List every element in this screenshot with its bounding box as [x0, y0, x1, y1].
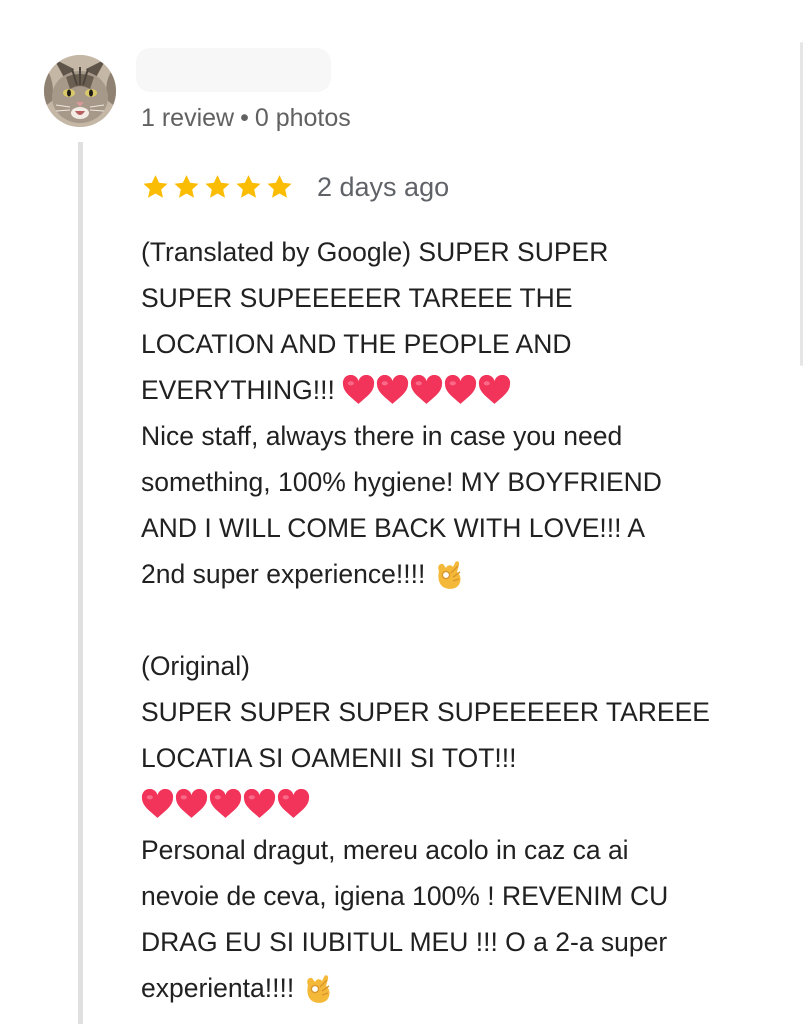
reviewer-stats: 1 review • 0 photos	[141, 104, 351, 133]
red-heart-icon	[209, 789, 242, 818]
red-heart-icon	[445, 375, 477, 404]
review-line-with-emoji	[141, 781, 781, 827]
photo-count: 0 photos	[254, 104, 351, 132]
ok-hand-icon	[433, 559, 465, 589]
red-heart-icon	[141, 789, 174, 818]
star-icon	[174, 175, 199, 198]
star-icon	[205, 175, 230, 198]
red-heart-icon	[175, 789, 208, 818]
review-count: 1 review	[141, 104, 235, 132]
review-line-with-emoji: experienta!!!!	[141, 965, 781, 1011]
reviewer-avatar[interactable]	[44, 55, 116, 127]
review-line: DRAG EU SI IUBITUL MEU !!! O a 2-a super	[141, 927, 668, 957]
red-heart-icon	[411, 375, 443, 404]
cat-photo-avatar-icon	[44, 55, 116, 127]
review-line: LOCATIA SI OAMENII SI TOT!!!	[141, 743, 517, 773]
ok-hand-glyph	[437, 561, 461, 589]
review-line: Personal dragut, mereu acolo in caz ca a…	[141, 835, 629, 865]
red-heart-icon	[377, 375, 409, 404]
red-heart-icon	[243, 789, 276, 818]
review-line: something, 100% hygiene! MY BOYFRIEND	[141, 467, 662, 497]
reviewer-name-redacted	[136, 48, 331, 92]
review-line: Nice staff, always there in case you nee…	[141, 421, 623, 451]
review-text: (Translated by Google) SUPER SUPER SUPER…	[141, 229, 781, 1011]
review-date: 2 days ago	[317, 171, 450, 202]
review-line-text: 2nd super experience!!!!	[141, 559, 426, 589]
hearts-row	[141, 789, 310, 819]
review-line: (Original)	[141, 651, 250, 681]
stats-separator: •	[240, 104, 249, 132]
review-line-text: EVERYTHING!!!	[141, 375, 335, 405]
ok-hand-glyph	[306, 975, 330, 1003]
rating-row: 2 days ago	[141, 167, 449, 207]
review-line-text: experienta!!!!	[141, 973, 295, 1003]
review-line: (Translated by Google) SUPER SUPER	[141, 237, 609, 267]
red-heart-icon	[479, 375, 511, 404]
thread-line	[78, 142, 83, 1024]
review-line-with-emoji: 2nd super experience!!!!	[141, 551, 781, 597]
red-heart-icon	[343, 375, 375, 404]
review-line: SUPER SUPEEEEER TAREEE THE	[141, 283, 573, 313]
star-icon	[143, 175, 168, 198]
star-icon	[267, 175, 292, 198]
star-icon	[236, 175, 261, 198]
review-line: AND I WILL COME BACK WITH LOVE!!! A	[141, 513, 646, 543]
red-heart-icon	[277, 789, 310, 818]
scroll-edge-divider	[800, 42, 803, 366]
review-line-with-emoji: EVERYTHING!!!	[141, 367, 781, 413]
hearts-row	[342, 375, 511, 405]
review-line: SUPER SUPER SUPER SUPEEEEER TAREEE	[141, 697, 710, 727]
ok-hand-icon	[302, 973, 334, 1003]
review-line: nevoie de ceva, igiena 100% ! REVENIM CU	[141, 881, 669, 911]
review-line: LOCATION AND THE PEOPLE AND	[141, 329, 572, 359]
star-rating	[141, 173, 294, 201]
